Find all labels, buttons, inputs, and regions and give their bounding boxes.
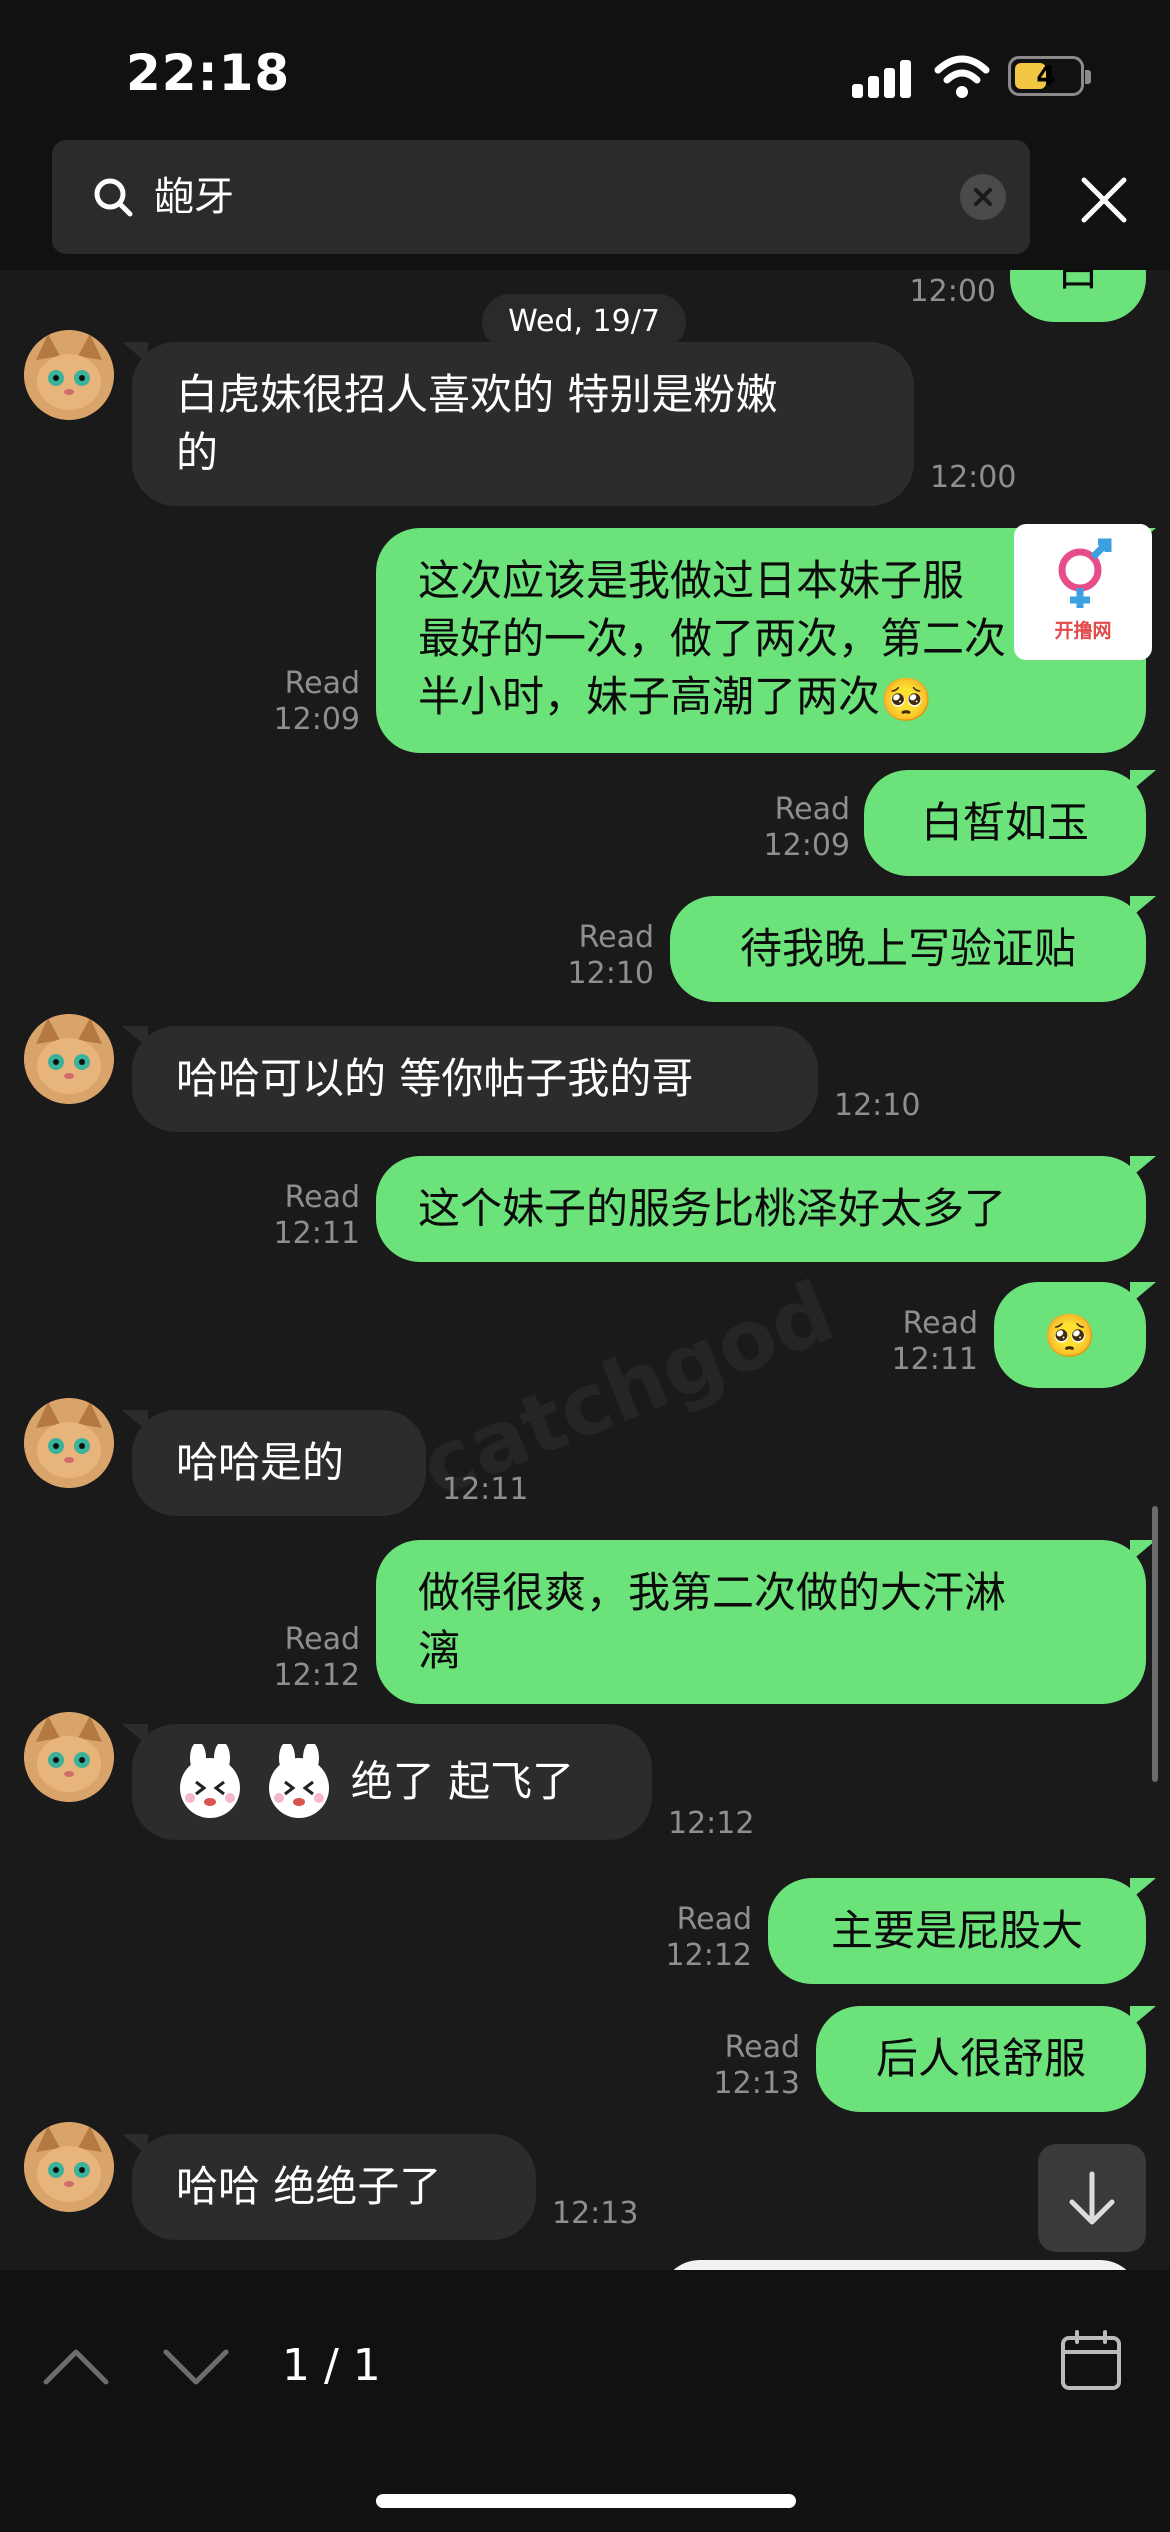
read-status: Read <box>284 1180 360 1215</box>
message-bubble-incoming[interactable]: 哈哈可以的 等你帖子我的哥 <box>132 1026 818 1132</box>
avatar[interactable] <box>24 1398 114 1488</box>
status-time: 22:18 <box>126 44 291 102</box>
message-text-line: 最好的一次，做了两次，第二次 <box>418 614 1007 663</box>
message-text: 主要是屁股大 <box>830 1906 1083 1955</box>
message-time: 12:12 <box>665 1938 752 1973</box>
search-icon <box>94 178 133 217</box>
top-bar: 22:18 4 龅牙 <box>0 0 1170 270</box>
arrow-down-icon <box>1069 2171 1115 2225</box>
badge-label: 开撸网 <box>1054 620 1112 642</box>
avatar[interactable] <box>24 330 114 420</box>
read-status: Read <box>676 1902 752 1937</box>
floating-logo-badge[interactable]: 开撸网 <box>1014 524 1152 660</box>
avatar[interactable] <box>24 2122 114 2212</box>
search-field[interactable]: 龅牙 <box>52 140 1030 254</box>
calendar-icon[interactable] <box>1058 2328 1124 2394</box>
pleading-face-emoji: 🥺 <box>1043 1310 1097 1360</box>
message-time: 12:11 <box>442 1472 529 1507</box>
message-bubble-outgoing[interactable]: 这个妹子的服务比桃泽好太多了 <box>376 1156 1146 1262</box>
chevron-down-icon[interactable] <box>160 2340 232 2392</box>
bunny-sticker-icon <box>180 1744 240 1818</box>
read-status: Read <box>902 1306 978 1341</box>
message-bubble-outgoing[interactable]: 🥺 <box>994 1282 1146 1388</box>
clear-icon <box>974 188 992 206</box>
message-bubble-outgoing[interactable]: 白皙如玉 <box>864 770 1146 876</box>
chat-area[interactable]: catchgod 白 12:00 Wed, 19/7 白虎妹很招人喜欢的 特别是… <box>0 270 1170 2270</box>
message-time: 12:13 <box>552 2196 639 2231</box>
read-status: Read <box>284 1622 360 1657</box>
message-text: 白 <box>1056 270 1099 295</box>
message-text-line: 半小时，妹子高潮了两次 <box>418 672 881 721</box>
bottom-bar: 1 / 1 <box>0 2270 1170 2532</box>
message-meta: Read 12:10 <box>544 920 654 992</box>
message-text-line: 白虎妹很招人喜欢的 特别是粉嫩 <box>176 370 778 419</box>
message-meta: Read 12:12 <box>250 1622 360 1694</box>
home-indicator <box>376 2494 796 2508</box>
wifi-icon <box>934 55 990 98</box>
message-text-line: 做得很爽，我第二次做的大汗淋 <box>418 1568 1007 1617</box>
close-icon[interactable] <box>1074 170 1134 230</box>
message-text-line: 漓 <box>418 1626 461 1675</box>
message-meta: Read 12:09 <box>740 792 850 864</box>
read-status: Read <box>774 792 850 827</box>
message-text: 绝了 起飞了 <box>350 1757 575 1806</box>
message-meta: Read 12:09 <box>250 666 360 738</box>
message-time: 12:09 <box>273 702 360 737</box>
message-bubble-incoming[interactable]: 哈哈是的 <box>132 1410 426 1516</box>
message-time: 12:10 <box>567 956 654 991</box>
message-text: 待我晚上写验证贴 <box>739 924 1076 973</box>
message-time: 12:00 <box>909 274 996 309</box>
message-text: 哈哈是的 <box>176 1438 345 1487</box>
message-time: 12:09 <box>763 828 850 863</box>
clear-search-button[interactable] <box>960 174 1006 220</box>
chevron-up-icon[interactable] <box>40 2340 112 2392</box>
message-bubble-incoming[interactable]: 白虎妹很招人喜欢的 特别是粉嫩 的 <box>132 342 914 506</box>
read-status: Read <box>284 666 360 701</box>
message-meta: Read 12:11 <box>868 1306 978 1378</box>
message-time: 12:13 <box>713 2066 800 2101</box>
message-text: 后人很舒服 <box>875 2034 1086 2083</box>
message-bubble-outgoing[interactable]: 待我晚上写验证贴 <box>670 896 1146 1002</box>
message-text: 白皙如玉 <box>920 798 1089 847</box>
message-bubble-incoming[interactable]: 绝了 起飞了 <box>132 1724 652 1840</box>
message-text: 哈哈可以的 等你帖子我的哥 <box>176 1054 694 1103</box>
message-text: 哈哈 绝绝子了 <box>176 2162 442 2211</box>
bunny-sticker-icon <box>269 1744 330 1818</box>
pleading-face-emoji: 🥺 <box>880 674 933 724</box>
read-status: Read <box>724 2030 800 2065</box>
message-time: 12:12 <box>273 1658 360 1693</box>
avatar[interactable] <box>24 1014 114 1104</box>
message-bubble-partial[interactable]: 白 <box>1010 270 1146 322</box>
read-status: Read <box>578 920 654 955</box>
gender-symbol-icon <box>1058 538 1112 608</box>
battery-icon: 4 <box>1008 56 1091 96</box>
message-text-line: 这次应该是我做过日本妹子服 <box>418 556 965 605</box>
message-text: 这个妹子的服务比桃泽好太多了 <box>418 1184 1007 1233</box>
message-time: 12:11 <box>891 1342 978 1377</box>
message-bubble-outgoing[interactable]: 主要是屁股大 <box>768 1878 1146 1984</box>
message-bubble-outgoing[interactable]: 后人很舒服 <box>816 2006 1146 2112</box>
message-bubble-partial <box>660 2260 1140 2270</box>
message-bubble-incoming[interactable]: 哈哈 绝绝子了 <box>132 2134 536 2240</box>
search-result-counter: 1 / 1 <box>282 2340 381 2391</box>
message-meta: Read 12:12 <box>642 1902 752 1974</box>
signal-icon <box>852 58 912 98</box>
message-meta: Read 12:13 <box>690 2030 800 2102</box>
message-bubble-outgoing[interactable]: 做得很爽，我第二次做的大汗淋 漓 <box>376 1540 1146 1704</box>
message-time: 12:12 <box>668 1806 755 1841</box>
message-time: 12:11 <box>273 1216 360 1251</box>
scroll-to-bottom-button[interactable] <box>1038 2144 1146 2252</box>
message-text-line: 的 <box>176 428 219 477</box>
message-time: 12:10 <box>834 1088 921 1123</box>
message-time: 12:00 <box>930 460 1017 495</box>
search-input[interactable]: 龅牙 <box>154 170 234 224</box>
battery-level: 4 <box>1036 59 1056 92</box>
avatar[interactable] <box>24 1712 114 1802</box>
scrollbar[interactable] <box>1152 1506 1158 1782</box>
message-meta: Read 12:11 <box>250 1180 360 1252</box>
